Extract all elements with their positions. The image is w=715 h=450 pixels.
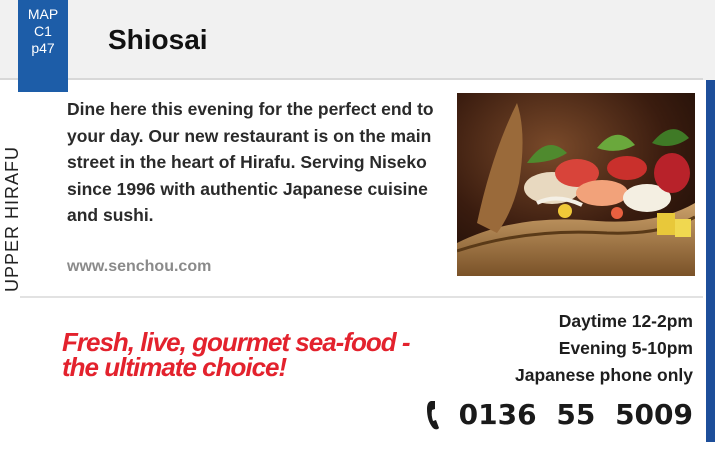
restaurant-name: Shiosai	[108, 24, 208, 55]
restaurant-ad: Shiosai MAP C1 p47 UPPER HIRAFU Dine her…	[0, 0, 715, 450]
phone-contact[interactable]: 0136 55 5009	[425, 398, 693, 431]
phone-handset-icon	[426, 400, 439, 429]
map-badge-line1: MAP	[27, 6, 59, 22]
map-badge-line2: C1	[34, 23, 52, 39]
phone-number[interactable]: 0136 55 5009	[459, 398, 693, 431]
map-badge-line3: p47	[31, 40, 55, 56]
edge-top	[703, 0, 715, 80]
opening-hours: Daytime 12-2pm Evening 5-10pm Japanese p…	[515, 308, 693, 389]
hours-evening: Evening 5-10pm	[558, 338, 693, 358]
blue-edge-bar	[706, 80, 715, 442]
ad-header: Shiosai	[0, 0, 703, 80]
slogan: Fresh, live, gourmet sea-food - the ulti…	[62, 327, 411, 382]
sashimi-boat-illustration	[457, 93, 695, 276]
map-reference-badge: MAP C1 p47	[18, 0, 68, 92]
hours-note: Japanese phone only	[515, 365, 693, 385]
area-label: UPPER HIRAFU	[2, 145, 22, 292]
section-divider	[20, 296, 703, 298]
sashimi-boat-photo	[457, 93, 695, 276]
restaurant-description: Dine here this evening for the perfect e…	[67, 99, 434, 225]
website-link[interactable]: www.senchou.com	[67, 258, 211, 276]
hours-daytime: Daytime 12-2pm	[558, 311, 693, 331]
